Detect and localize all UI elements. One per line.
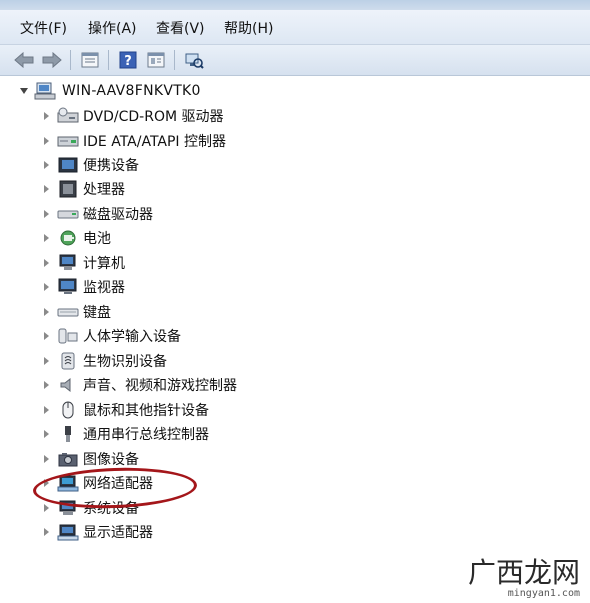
tree-item-label: 声音、视频和游戏控制器: [83, 378, 237, 394]
back-button[interactable]: [12, 49, 36, 71]
keyboard-icon: [57, 308, 79, 317]
collapsed-arrow-icon[interactable]: [44, 185, 49, 193]
collapsed-arrow-icon[interactable]: [44, 455, 49, 463]
collapsed-arrow-icon[interactable]: [44, 332, 49, 340]
tree-item-computer[interactable]: 计算机: [44, 252, 125, 274]
tree-item-label: 人体学输入设备: [83, 329, 181, 345]
tree-item-monitor[interactable]: 监视器: [44, 276, 125, 298]
tree-item-camera[interactable]: 图像设备: [44, 448, 139, 470]
toolbar-separator: [174, 50, 175, 70]
collapsed-arrow-icon[interactable]: [44, 210, 49, 218]
collapsed-arrow-icon[interactable]: [44, 161, 49, 169]
collapsed-arrow-icon[interactable]: [44, 308, 49, 316]
tree-item-mouse[interactable]: 鼠标和其他指针设备: [44, 399, 209, 421]
computer-name: WIN-AAV8FNKVTK0: [62, 83, 201, 99]
collapsed-arrow-icon[interactable]: [44, 112, 49, 120]
scan-hardware-button[interactable]: [182, 49, 206, 71]
collapsed-arrow-icon[interactable]: [44, 504, 49, 512]
tree-item-label: 图像设备: [83, 452, 139, 468]
tree-item-biometric[interactable]: 生物识别设备: [44, 350, 167, 372]
tree-item-label: DVD/CD-ROM 驱动器: [83, 109, 224, 125]
biometric-icon: [61, 352, 75, 370]
menu-bar: 文件(F) 操作(A) 查看(V) 帮助(H): [0, 10, 590, 45]
menu-file[interactable]: 文件(F): [20, 18, 67, 38]
watermark-text: 广西龙网: [467, 556, 580, 589]
tree-item-label: 显示适配器: [83, 525, 153, 541]
tree-item-dvd[interactable]: DVD/CD-ROM 驱动器: [44, 105, 224, 127]
display-adapter-icon: [57, 524, 79, 541]
forward-button[interactable]: [40, 49, 64, 71]
camera-icon: [58, 453, 78, 467]
tree-item-label: 监视器: [83, 280, 125, 296]
properties-icon: [81, 52, 99, 68]
tree-root[interactable]: WIN-AAV8FNKVTK0: [20, 80, 201, 102]
hid-icon: [58, 328, 78, 344]
collapsed-arrow-icon[interactable]: [44, 528, 49, 536]
tree-item-usb[interactable]: 通用串行总线控制器: [44, 423, 209, 445]
tree-item-label: 计算机: [83, 256, 125, 272]
computer-icon: [34, 82, 56, 100]
toolbar-separator: [108, 50, 109, 70]
tree-item-processor[interactable]: 处理器: [44, 178, 125, 200]
svg-text:?: ?: [124, 54, 132, 69]
watermark: 广西龙网 mingyan1.com: [467, 556, 580, 600]
ide-controller-icon: [57, 136, 79, 147]
tree-item-label: 鼠标和其他指针设备: [83, 403, 209, 419]
help-button[interactable]: ?: [116, 49, 140, 71]
tree-item-portable[interactable]: 便携设备: [44, 154, 139, 176]
view-button[interactable]: [144, 49, 168, 71]
scan-hardware-icon: [185, 53, 204, 69]
forward-arrow-icon: [42, 52, 62, 68]
collapsed-arrow-icon[interactable]: [44, 283, 49, 291]
menu-action[interactable]: 操作(A): [88, 18, 137, 38]
tree-item-ide[interactable]: IDE ATA/ATAPI 控制器: [44, 130, 226, 152]
view-icon: [147, 52, 165, 68]
tree-item-sound[interactable]: 声音、视频和游戏控制器: [44, 374, 237, 396]
toolbar-separator: [70, 50, 71, 70]
collapsed-arrow-icon[interactable]: [44, 137, 49, 145]
menu-help[interactable]: 帮助(H): [224, 18, 273, 38]
collapsed-arrow-icon[interactable]: [44, 259, 49, 267]
collapsed-arrow-icon[interactable]: [44, 381, 49, 389]
help-icon: ?: [119, 51, 137, 69]
tree-item-label: 键盘: [83, 305, 111, 321]
battery-icon: [60, 230, 76, 246]
watermark-url: mingyan1.com: [507, 588, 580, 599]
tree-item-label: 处理器: [83, 182, 125, 198]
tree-item-battery[interactable]: 电池: [44, 227, 111, 249]
monitor-icon: [58, 278, 77, 294]
tree-item-keyboard[interactable]: 键盘: [44, 301, 111, 323]
computer-icon: [59, 254, 76, 270]
mouse-icon: [62, 401, 74, 419]
tree-item-label: 磁盘驱动器: [83, 207, 153, 223]
back-arrow-icon: [14, 52, 34, 68]
tree-item-label: 生物识别设备: [83, 354, 167, 370]
tree-item-label: 便携设备: [83, 158, 139, 174]
collapsed-arrow-icon[interactable]: [44, 430, 49, 438]
toolbar: ?: [0, 45, 590, 76]
properties-button[interactable]: [78, 49, 102, 71]
tree-item-hid[interactable]: 人体学输入设备: [44, 325, 181, 347]
processor-icon: [59, 180, 77, 198]
tree-item-display-adapter[interactable]: 显示适配器: [44, 521, 153, 543]
expanded-arrow-icon[interactable]: [20, 88, 28, 94]
tree-item-label: IDE ATA/ATAPI 控制器: [83, 134, 227, 150]
dvd-drive-icon: [57, 107, 79, 123]
tree-item-disk[interactable]: 磁盘驱动器: [44, 203, 153, 225]
sound-icon: [60, 377, 71, 393]
tree-item-label: 通用串行总线控制器: [83, 427, 209, 443]
collapsed-arrow-icon[interactable]: [44, 406, 49, 414]
disk-drive-icon: [57, 210, 79, 219]
collapsed-arrow-icon[interactable]: [44, 357, 49, 365]
tree-item-label: 电池: [83, 231, 111, 247]
window-title-bar: [0, 0, 590, 10]
menu-view[interactable]: 查看(V): [156, 18, 205, 38]
collapsed-arrow-icon[interactable]: [44, 234, 49, 242]
usb-icon: [65, 426, 71, 442]
device-tree: WIN-AAV8FNKVTK0 DVD/CD-ROM 驱动器 IDE ATA/A…: [0, 76, 590, 603]
portable-device-icon: [58, 157, 78, 173]
